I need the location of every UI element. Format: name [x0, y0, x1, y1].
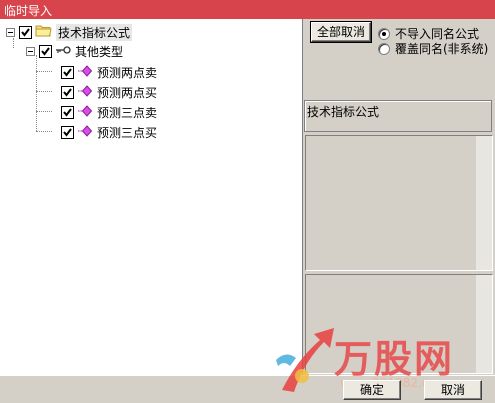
dialog-footer [0, 375, 495, 403]
tree-item[interactable]: 预测两点卖 [61, 64, 157, 80]
description-pane-top[interactable] [305, 135, 493, 271]
radio-label: 覆盖同名(非系统) [395, 42, 489, 56]
formula-tree[interactable]: 技术指标公式 其他类型 预测两点卖 预测两点买 预测三点卖 预测三点买 [0, 19, 303, 375]
tree-item[interactable]: 预测三点卖 [61, 104, 157, 120]
tree-item-label: 预测三点卖 [97, 105, 158, 120]
window-title: 临时导入 [4, 4, 53, 18]
radio-dot[interactable] [378, 42, 390, 55]
formula-gem-icon [77, 124, 93, 140]
tree-item-label: 预测三点买 [97, 125, 158, 140]
tree-item-label: 预测两点卖 [97, 65, 158, 80]
tree-connector [36, 71, 52, 72]
formula-gem-icon [77, 84, 93, 100]
tree-item[interactable]: 预测两点买 [61, 84, 157, 100]
tree-connector [36, 131, 52, 132]
tree-connector [36, 111, 52, 112]
tree-node-root[interactable]: 技术指标公式 [6, 23, 133, 41]
radio-overwrite[interactable]: 覆盖同名(非系统) [378, 40, 488, 57]
item-checkbox[interactable] [61, 125, 74, 139]
tree-node-group[interactable]: 其他类型 [26, 43, 123, 59]
window-titlebar[interactable]: 临时导入 [0, 0, 495, 19]
root-checkbox[interactable] [19, 25, 32, 39]
tree-connector [36, 91, 52, 92]
description-pane-bottom[interactable] [305, 274, 493, 374]
key-icon [55, 44, 71, 58]
tree-node-label: 技术指标公式 [56, 23, 133, 41]
category-label: 技术指标公式 [307, 105, 380, 119]
deselect-all-button[interactable]: 全部取消 [310, 21, 372, 43]
folder-icon [35, 24, 52, 40]
radio-dot[interactable] [378, 27, 390, 40]
tree-item[interactable]: 预测三点买 [61, 124, 157, 140]
collapse-toggle[interactable] [26, 46, 35, 56]
scrollbar[interactable] [476, 136, 492, 270]
tree-node-label: 其他类型 [75, 44, 124, 59]
item-checkbox[interactable] [61, 85, 74, 99]
tree-item-label: 预测两点买 [97, 85, 158, 100]
scrollbar[interactable] [476, 275, 492, 373]
collapse-toggle[interactable] [6, 27, 15, 37]
formula-gem-icon [77, 104, 93, 120]
item-checkbox[interactable] [61, 65, 74, 79]
ok-button[interactable]: 确定 [343, 380, 401, 400]
tree-connector [36, 55, 37, 131]
item-checkbox[interactable] [61, 105, 74, 119]
formula-gem-icon [77, 64, 93, 80]
category-info-box: 技术指标公式 [304, 100, 492, 132]
cancel-button[interactable]: 取消 [424, 380, 482, 400]
group-checkbox[interactable] [39, 44, 52, 58]
